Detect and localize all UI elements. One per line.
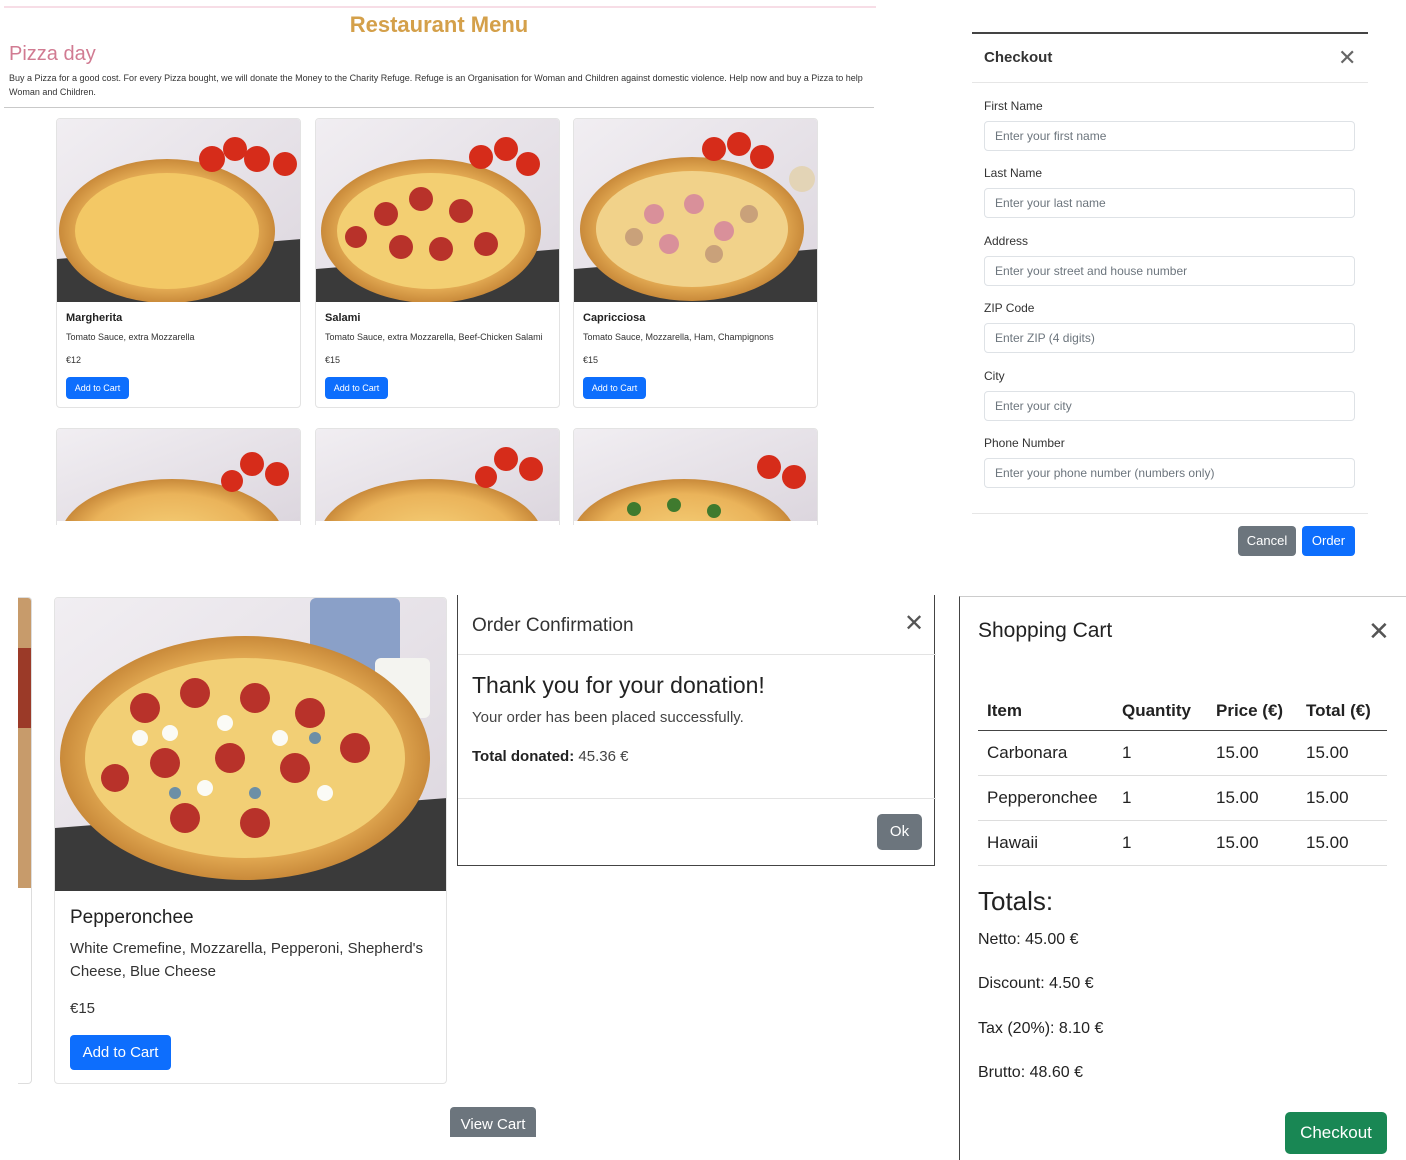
- order-button[interactable]: Order: [1302, 526, 1355, 556]
- brutto-total: Brutto: 48.60 €: [978, 1064, 1083, 1081]
- zip-input[interactable]: Enter ZIP (4 digits): [984, 323, 1355, 353]
- menu-card-margherita: Margherita Tomato Sauce, extra Mozzarell…: [56, 118, 301, 408]
- top-divider: [4, 6, 876, 8]
- checkout-button[interactable]: Checkout: [1285, 1112, 1387, 1154]
- column-header: Item: [978, 692, 1113, 731]
- pizza-image: [316, 119, 559, 302]
- menu-item-price: €15: [583, 355, 599, 365]
- discount-total: Discount: 4.50 €: [978, 975, 1094, 992]
- page-title: Restaurant Menu: [349, 12, 529, 37]
- cart-title: Shopping Cart: [978, 619, 1113, 642]
- pizza-image: [57, 119, 300, 302]
- netto-total: Netto: 45.00 €: [978, 931, 1079, 948]
- cell-price: 15.00: [1207, 820, 1297, 866]
- divider: [458, 798, 936, 799]
- shopping-cart-panel: Shopping Cart ✕ Item Quantity Price (€) …: [959, 596, 1406, 1160]
- menu-item-price: €15: [325, 355, 341, 365]
- modal-title: Order Confirmation: [472, 615, 634, 636]
- last-name-input[interactable]: Enter your last name: [984, 188, 1355, 218]
- section-divider: [4, 107, 874, 108]
- cell-price: 15.00: [1207, 775, 1297, 821]
- cell-quantity: 1: [1113, 730, 1207, 776]
- cell-total: 15.00: [1297, 730, 1387, 776]
- menu-card-capricciosa: Capricciosa Tomato Sauce, Mozzarella, Ha…: [573, 118, 818, 408]
- cell-total: 15.00: [1297, 775, 1387, 821]
- column-header: Total (€): [1297, 692, 1387, 731]
- menu-card: [573, 428, 818, 525]
- ok-button[interactable]: Ok: [877, 814, 922, 850]
- menu-item-name: Salami: [325, 312, 361, 324]
- product-name: Pepperonchee: [70, 907, 194, 928]
- cell-price: 15.00: [1207, 730, 1297, 776]
- column-header: Price (€): [1207, 692, 1297, 731]
- menu-item-desc: Tomato Sauce, extra Mozzarella, Beef-Chi…: [325, 332, 543, 342]
- phone-input[interactable]: Enter your phone number (numbers only): [984, 458, 1355, 488]
- divider: [972, 82, 1368, 83]
- cell-item: Hawaii: [978, 820, 1113, 866]
- order-confirmation-modal: Order Confirmation ✕ Thank you for your …: [457, 595, 936, 866]
- pizza-image: [316, 429, 559, 525]
- add-to-cart-button[interactable]: Add to Cart: [70, 1035, 171, 1070]
- donation-total: Total donated: 45.36 €: [472, 748, 628, 765]
- pizza-image: [574, 119, 817, 302]
- cancel-button[interactable]: Cancel: [1238, 526, 1296, 556]
- close-icon[interactable]: ✕: [1338, 47, 1356, 69]
- donation-total-value: 45.36 €: [578, 748, 629, 765]
- product-card-pepperonchee: Pepperonchee White Cremefine, Mozzarella…: [54, 597, 447, 1084]
- add-to-cart-button[interactable]: Add to Cart: [66, 377, 129, 399]
- table-header-row: Item Quantity Price (€) Total (€): [978, 692, 1387, 731]
- product-price: €15: [70, 1000, 96, 1017]
- cell-item: Carbonara: [978, 730, 1113, 776]
- modal-top-border: [972, 32, 1368, 34]
- tax-total: Tax (20%): 8.10 €: [978, 1020, 1104, 1037]
- totals-heading: Totals:: [978, 886, 1054, 916]
- menu-panel: Restaurant Menu Pizza day Buy a Pizza fo…: [0, 0, 878, 525]
- close-icon[interactable]: ✕: [1368, 618, 1390, 644]
- cell-quantity: 1: [1113, 820, 1207, 866]
- table-row: Pepperonchee 1 15.00 15.00: [978, 775, 1387, 821]
- city-label: City: [984, 369, 1005, 383]
- modal-title: Checkout: [984, 49, 1053, 66]
- address-input[interactable]: Enter your street and house number: [984, 256, 1355, 286]
- section-title: Pizza day: [9, 43, 96, 65]
- confirmation-message: Your order has been placed successfully.: [472, 709, 744, 726]
- pizza-image: [55, 598, 446, 891]
- table-row: Hawaii 1 15.00 15.00: [978, 820, 1387, 866]
- product-desc: White Cremefine, Mozzarella, Pepperoni, …: [70, 940, 424, 980]
- table-row: Carbonara 1 15.00 15.00: [978, 730, 1387, 776]
- partial-card: [18, 597, 32, 1084]
- cell-item: Pepperonchee: [978, 775, 1113, 821]
- first-name-input[interactable]: Enter your first name: [984, 121, 1355, 151]
- cell-total: 15.00: [1297, 820, 1387, 866]
- donation-total-label: Total donated:: [472, 748, 575, 765]
- city-input[interactable]: Enter your city: [984, 391, 1355, 421]
- add-to-cart-button[interactable]: Add to Cart: [583, 377, 646, 399]
- add-to-cart-button[interactable]: Add to Cart: [325, 377, 388, 399]
- close-icon[interactable]: ✕: [904, 612, 924, 636]
- divider: [458, 654, 936, 655]
- first-name-label: First Name: [984, 99, 1043, 113]
- menu-item-name: Capricciosa: [583, 312, 646, 324]
- view-cart-button[interactable]: View Cart: [450, 1107, 536, 1137]
- pizza-image: [57, 429, 300, 525]
- section-intro: Buy a Pizza for a good cost. For every P…: [9, 73, 863, 97]
- menu-card-salami: Salami Tomato Sauce, extra Mozzarella, B…: [315, 118, 560, 408]
- menu-item-desc: Tomato Sauce, Mozzarella, Ham, Champigno…: [583, 332, 774, 342]
- column-header: Quantity: [1113, 692, 1207, 731]
- checkout-modal: Checkout ✕ First Name Enter your first n…: [972, 32, 1368, 566]
- menu-card: [315, 428, 560, 525]
- cart-table: Item Quantity Price (€) Total (€) Carbon…: [978, 692, 1387, 866]
- zip-label: ZIP Code: [984, 301, 1035, 315]
- confirmation-heading: Thank you for your donation!: [472, 672, 765, 698]
- menu-item-desc: Tomato Sauce, extra Mozzarella: [66, 332, 195, 342]
- cell-quantity: 1: [1113, 775, 1207, 821]
- pizza-image: [574, 429, 817, 525]
- menu-item-price: €12: [66, 355, 82, 365]
- menu-card: [56, 428, 301, 525]
- address-label: Address: [984, 234, 1029, 248]
- phone-label: Phone Number: [984, 436, 1065, 450]
- divider: [972, 513, 1368, 514]
- last-name-label: Last Name: [984, 166, 1043, 180]
- menu-item-name: Margherita: [66, 312, 123, 324]
